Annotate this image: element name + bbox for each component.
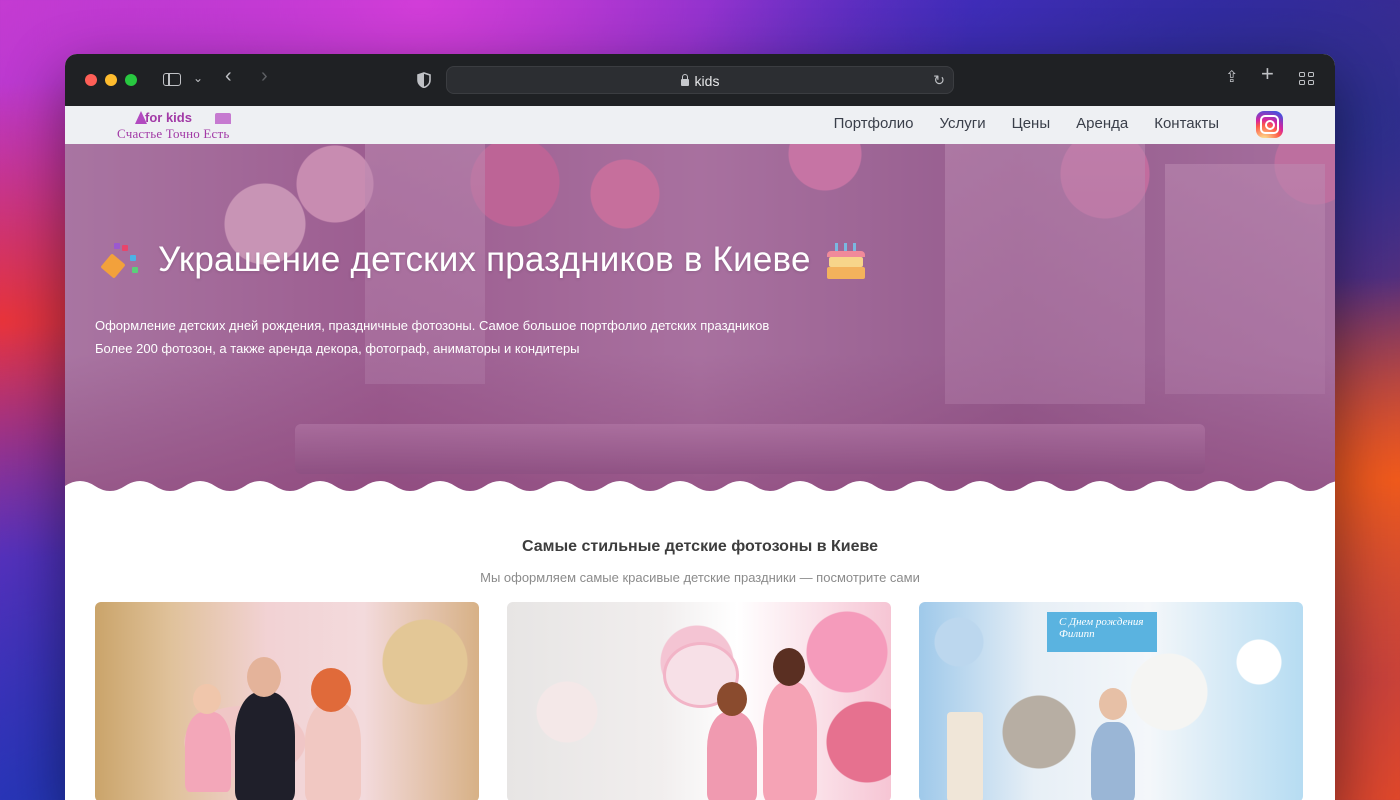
photo-banner: С Днем рождения Филипп bbox=[1047, 612, 1157, 652]
portfolio-card[interactable] bbox=[507, 602, 891, 800]
lock-icon bbox=[680, 74, 689, 86]
hero-subtitle-line1: Оформление детских дней рождения, праздн… bbox=[95, 318, 770, 333]
portfolio-cards: С Днем рождения Филипп bbox=[95, 602, 1305, 800]
hero-banner: Украшение детских праздников в Киеве Офо… bbox=[65, 144, 1335, 494]
party-popper-icon bbox=[100, 241, 140, 279]
photo-person bbox=[311, 668, 351, 712]
site-logo[interactable]: for kids Счастье Точно Есть bbox=[115, 110, 265, 142]
privacy-shield-icon[interactable] bbox=[417, 72, 431, 88]
site-header: for kids Счастье Точно Есть Портфолио Ус… bbox=[65, 106, 1335, 145]
tab-overview-icon[interactable] bbox=[1299, 72, 1315, 86]
hero-wave-divider bbox=[65, 481, 1335, 494]
nav-contacts[interactable]: Контакты bbox=[1154, 115, 1219, 132]
section-title: Самые стильные детские фотозоны в Киеве bbox=[521, 538, 879, 555]
new-tab-icon[interactable]: + bbox=[1261, 63, 1274, 85]
browser-toolbar: ⌄ ‹ › kids ↻ ⇪ + bbox=[65, 54, 1335, 106]
url-text-wrap: kids bbox=[447, 73, 953, 89]
photo-number-one bbox=[947, 712, 983, 800]
photo-person bbox=[247, 657, 281, 697]
minimize-window-button[interactable] bbox=[105, 74, 117, 86]
photo-person bbox=[305, 702, 361, 800]
hero-title-text: Украшение детских праздников в Киеве bbox=[158, 240, 811, 279]
portfolio-card[interactable] bbox=[95, 602, 479, 800]
address-bar[interactable]: kids ↻ bbox=[446, 66, 954, 94]
photo-person bbox=[185, 712, 231, 792]
nav-services[interactable]: Услуги bbox=[939, 115, 985, 132]
photo-person bbox=[1091, 722, 1135, 800]
logo-bottom-text: Счастье Точно Есть bbox=[117, 126, 230, 141]
hero-subtitle-line2: Более 200 фотозон, а также аренда декора… bbox=[95, 341, 580, 356]
forward-arrow-icon[interactable]: › bbox=[261, 66, 268, 86]
cake-icon bbox=[215, 113, 231, 124]
close-window-button[interactable] bbox=[85, 74, 97, 86]
section-subtitle: Мы оформляем самые красивые детские праз… bbox=[480, 570, 920, 585]
logo-top-text: for kids bbox=[145, 110, 192, 125]
sidebar-toggle-icon[interactable] bbox=[163, 73, 181, 86]
instagram-icon[interactable] bbox=[1256, 111, 1283, 138]
share-icon[interactable]: ⇪ bbox=[1225, 70, 1238, 86]
zoom-window-button[interactable] bbox=[125, 74, 137, 86]
photo-person bbox=[235, 692, 295, 800]
photo-person bbox=[773, 648, 805, 686]
photo-person bbox=[193, 684, 221, 714]
photo-person bbox=[1099, 688, 1127, 720]
nav-portfolio[interactable]: Портфолио bbox=[834, 115, 914, 132]
url-text: kids bbox=[694, 73, 720, 89]
photo-person bbox=[717, 682, 747, 716]
photo-person bbox=[707, 712, 757, 800]
browser-window: ⌄ ‹ › kids ↻ ⇪ + for kids Счастье Точно … bbox=[65, 54, 1335, 800]
main-nav: Портфолио Услуги Цены Аренда Контакты bbox=[834, 115, 1219, 132]
hero-subtitle: Оформление детских дней рождения, праздн… bbox=[95, 314, 769, 360]
hero-title: Украшение детских праздников в Киеве bbox=[100, 240, 867, 281]
portfolio-card[interactable]: С Днем рождения Филипп bbox=[919, 602, 1303, 800]
chevron-down-icon[interactable]: ⌄ bbox=[193, 70, 203, 86]
back-arrow-icon[interactable]: ‹ bbox=[225, 66, 232, 86]
nav-rent[interactable]: Аренда bbox=[1076, 115, 1128, 132]
birthday-cake-icon bbox=[825, 241, 867, 279]
nav-prices[interactable]: Цены bbox=[1012, 115, 1051, 132]
photo-person bbox=[763, 682, 817, 800]
reload-icon[interactable]: ↻ bbox=[933, 72, 945, 89]
